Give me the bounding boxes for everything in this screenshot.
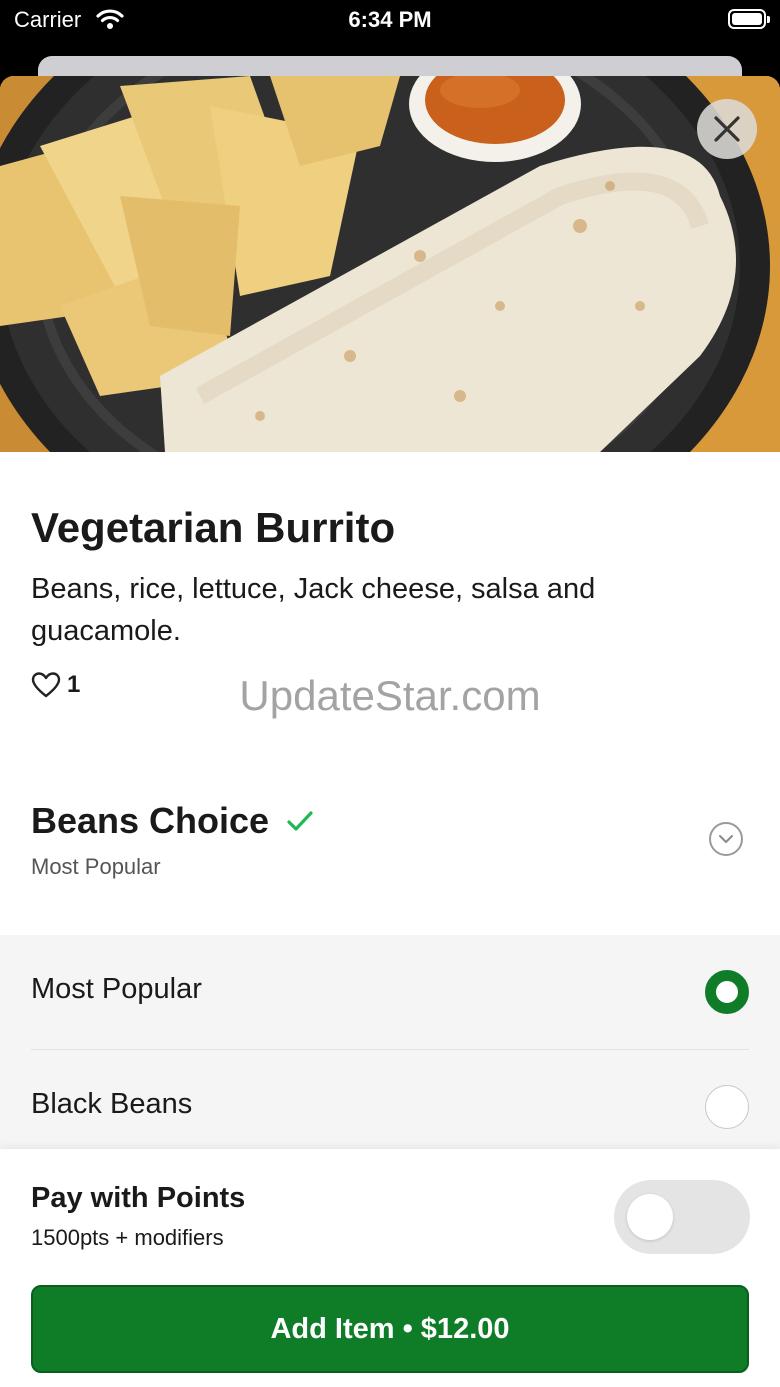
expand-group-button[interactable] — [709, 822, 743, 856]
item-detail-sheet: Vegetarian Burrito Beans, rice, lettuce,… — [0, 76, 780, 1387]
pay-with-points-toggle[interactable] — [614, 1180, 750, 1254]
radio-selected[interactable] — [705, 970, 749, 1014]
toggle-knob — [627, 1194, 673, 1240]
modifier-options-list: Most Popular Black Beans — [0, 935, 780, 1175]
order-footer: Pay with Points 1500pts + modifiers Add … — [0, 1149, 780, 1387]
watermark: UpdateStar.com — [239, 672, 541, 719]
add-item-button[interactable]: Add Item • $12.00 — [31, 1285, 749, 1373]
close-button[interactable] — [697, 99, 757, 159]
item-photo — [0, 76, 780, 452]
chevron-down-icon — [719, 835, 733, 843]
pay-with-points-title: Pay with Points — [31, 1182, 246, 1214]
status-bar: Carrier 6:34 PM — [0, 0, 780, 40]
modifier-group-subtitle: Most Popular — [31, 854, 161, 879]
modifier-group-title: Beans Choice — [31, 800, 270, 841]
pay-with-points-subtitle: 1500pts + modifiers — [31, 1225, 224, 1250]
close-icon — [714, 116, 740, 142]
checkmark-icon — [287, 811, 313, 831]
item-title: Vegetarian Burrito — [31, 504, 396, 551]
battery-icon — [728, 9, 770, 29]
option-label: Most Popular — [31, 973, 202, 1005]
option-row-black-beans[interactable]: Black Beans — [0, 1050, 780, 1164]
radio-unselected[interactable] — [705, 1085, 749, 1129]
option-row-most-popular[interactable]: Most Popular — [0, 935, 780, 1049]
option-label: Black Beans — [31, 1088, 193, 1120]
modifier-group-header[interactable]: Beans Choice — [31, 800, 313, 842]
status-time: 6:34 PM — [348, 7, 432, 32]
item-description: Beans, rice, lettuce, Jack cheese, salsa… — [31, 573, 596, 647]
